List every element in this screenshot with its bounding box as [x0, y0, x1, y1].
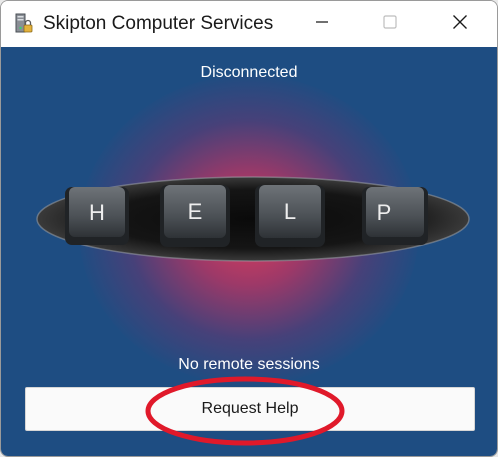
- key-label: E: [188, 199, 203, 224]
- close-icon: [452, 14, 468, 35]
- window-title: Skipton Computer Services: [43, 13, 274, 34]
- maximize-icon: [383, 14, 397, 34]
- app-window: Skipton Computer Services Disconnected H…: [0, 0, 498, 457]
- request-help-button[interactable]: Request Help: [25, 387, 475, 431]
- sessions-status: No remote sessions: [178, 356, 320, 373]
- key-label: L: [284, 199, 296, 224]
- key-p: P: [362, 187, 428, 245]
- minimize-icon: [315, 15, 329, 34]
- minimize-button[interactable]: [299, 1, 345, 47]
- request-help-label: Request Help: [201, 400, 299, 417]
- key-e: E: [160, 185, 230, 247]
- key-h: H: [65, 187, 129, 245]
- close-button[interactable]: [437, 1, 483, 47]
- help-keys-banner: H E L P: [36, 176, 470, 262]
- main-panel: Disconnected H E L P No remote sessions …: [1, 47, 497, 456]
- computer-lock-icon: [14, 13, 34, 35]
- key-l: L: [255, 185, 325, 247]
- title-bar[interactable]: Skipton Computer Services: [1, 1, 497, 47]
- connection-status: Disconnected: [200, 64, 298, 81]
- key-label: P: [377, 200, 392, 225]
- maximize-button[interactable]: [367, 1, 413, 47]
- key-label: H: [89, 200, 105, 225]
